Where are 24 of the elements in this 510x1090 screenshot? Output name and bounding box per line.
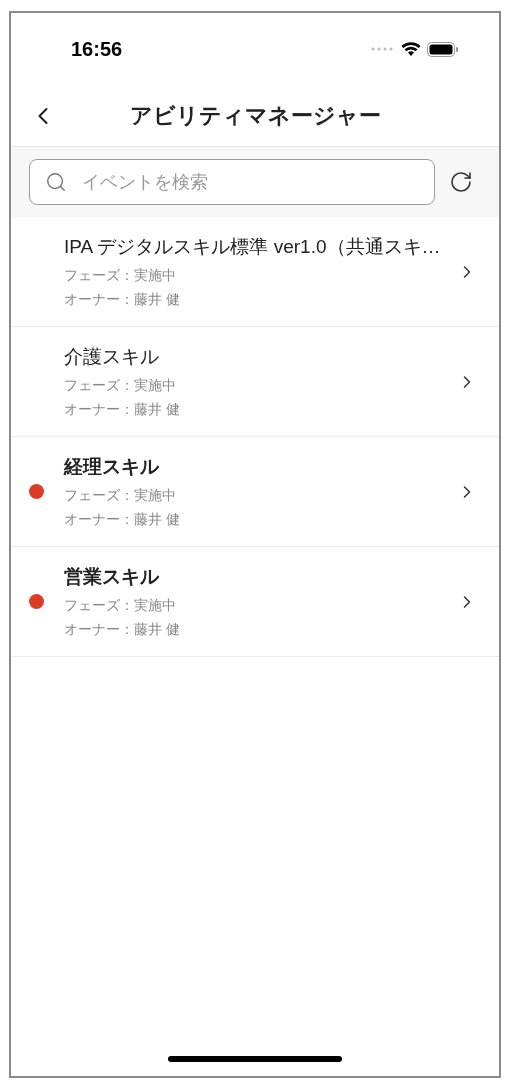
event-title: IPA デジタルスキル標準 ver1.0（共通スキ… (64, 235, 442, 260)
event-title: 介護スキル (64, 345, 160, 370)
event-list-item[interactable]: 営業スキル フェーズ：実施中 オーナー：藤井 健 (11, 547, 499, 657)
event-phase: フェーズ：実施中 (64, 375, 177, 395)
event-owner: オーナー：藤井 健 (64, 619, 181, 639)
event-title: 営業スキル (64, 565, 160, 590)
event-list-item[interactable]: 介護スキル フェーズ：実施中 オーナー：藤井 健 (11, 327, 499, 437)
event-phase: フェーズ：実施中 (64, 265, 177, 285)
event-list-item[interactable]: IPA デジタルスキル標準 ver1.0（共通スキ… フェーズ：実施中 オーナー：藤井 健 (11, 217, 499, 327)
refresh-button[interactable] (449, 170, 473, 194)
event-owner: オーナー：藤井 健 (64, 289, 181, 309)
status-time: 16:56 (71, 37, 123, 62)
event-owner: オーナー：藤井 健 (64, 509, 181, 529)
event-phase: フェーズ：実施中 (64, 485, 177, 505)
wifi-icon (401, 41, 421, 57)
event-owner: オーナー：藤井 健 (64, 399, 181, 419)
battery-icon (427, 41, 459, 57)
search-field[interactable]: イベントを検索 (29, 159, 435, 205)
event-title: 経理スキル (64, 455, 160, 480)
event-phase: フェーズ：実施中 (64, 595, 177, 615)
search-icon (45, 171, 67, 193)
event-list-item[interactable]: 経理スキル フェーズ：実施中 オーナー：藤井 健 (11, 437, 499, 547)
page-title: アビリティマネージャー (129, 102, 381, 130)
signal-icon (371, 47, 395, 51)
